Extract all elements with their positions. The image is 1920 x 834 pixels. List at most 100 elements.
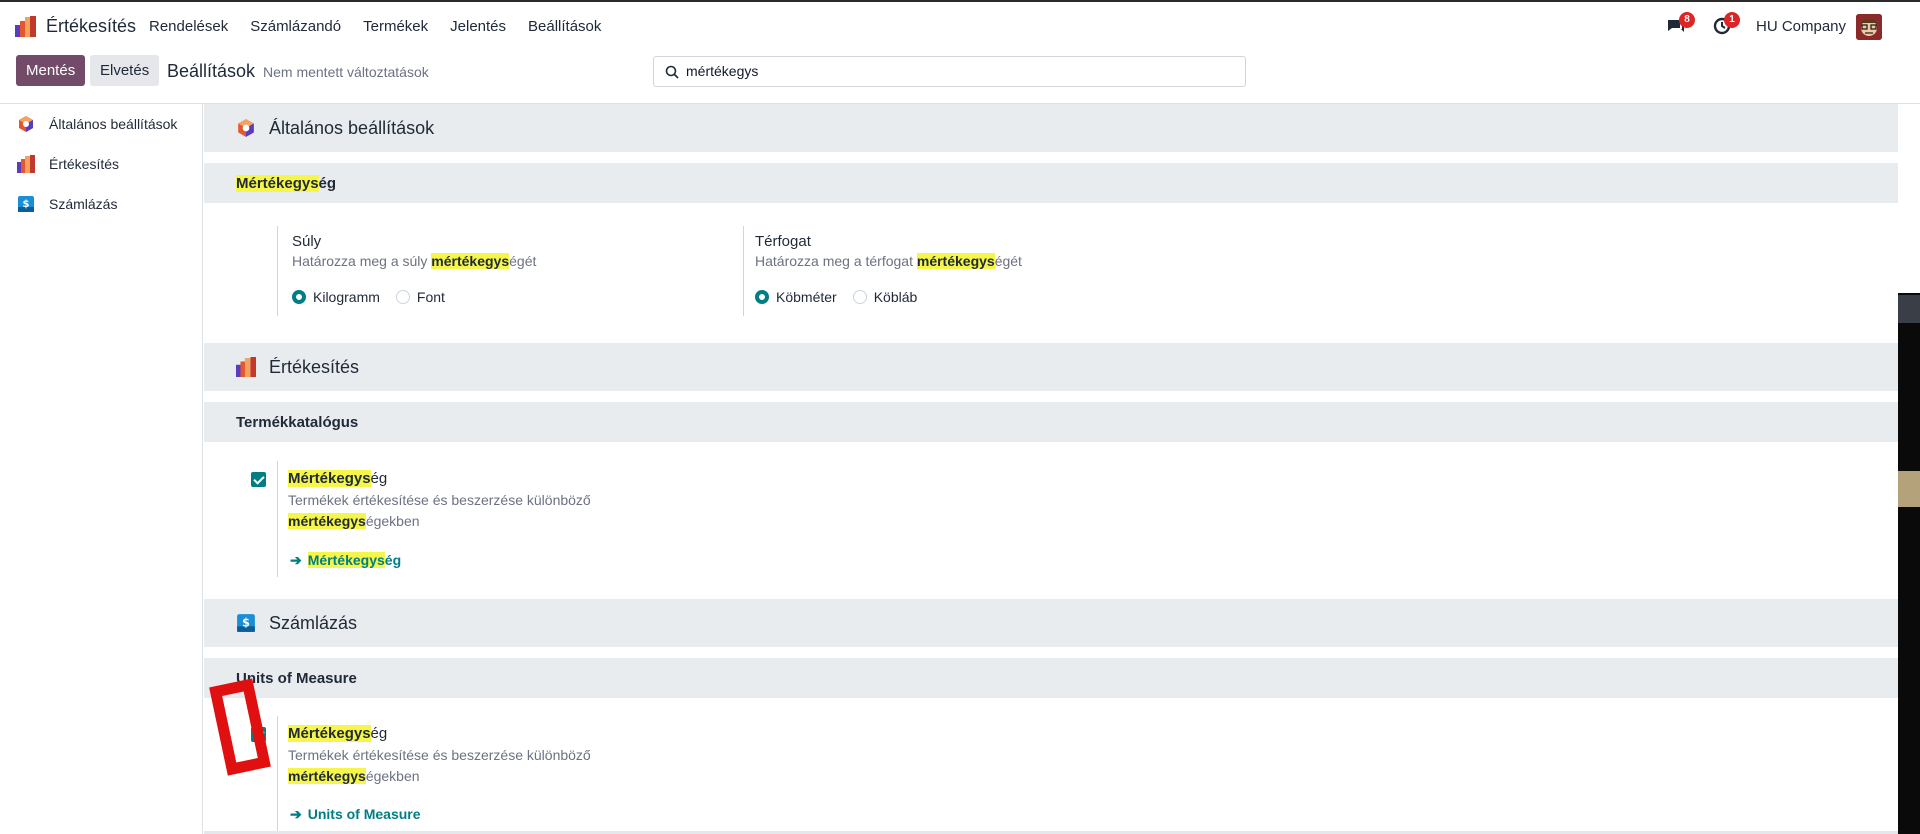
search-highlight: Mértékegys bbox=[288, 470, 371, 487]
sidebar-item-general-settings[interactable]: Általános beállítások bbox=[0, 104, 203, 144]
setting-name: Térfogat bbox=[755, 233, 811, 250]
setting-name: Mértékegység bbox=[288, 725, 387, 742]
svg-text:$: $ bbox=[23, 199, 30, 210]
sidebar-item-label: Számlázás bbox=[49, 196, 118, 212]
arrow-right-icon: ➔ bbox=[290, 806, 302, 822]
search-highlight: Mértékegys bbox=[307, 552, 385, 568]
radio-button[interactable] bbox=[395, 290, 410, 304]
search-highlight: mértékegys bbox=[916, 253, 995, 269]
svg-text:$: $ bbox=[242, 616, 250, 629]
discard-button[interactable]: Elvetés bbox=[90, 55, 160, 86]
setting-divider bbox=[743, 226, 744, 316]
radio-pound[interactable]: Font bbox=[395, 289, 445, 305]
setting-name: Mértékegység bbox=[288, 470, 387, 487]
link-text-rest: ég bbox=[384, 552, 402, 568]
link-label: Units of Measure bbox=[307, 806, 421, 822]
settings-content: Általános beállítások Mértékegység Súly … bbox=[204, 104, 1898, 834]
radio-kilogram[interactable]: Kilogramm bbox=[292, 289, 380, 305]
section-title: Termékkatalógus bbox=[236, 414, 359, 431]
desc-text: Határozza meg a térfogat bbox=[755, 253, 917, 269]
menu-reporting[interactable]: Jelentés bbox=[450, 18, 506, 35]
arrow-right-icon: ➔ bbox=[290, 552, 302, 568]
setting-name: Súly bbox=[292, 233, 322, 250]
setting-name-rest: ég bbox=[370, 725, 388, 742]
desc-text: Termékek értékesítése és beszerzése külö… bbox=[288, 492, 591, 508]
radio-cubic-meter[interactable]: Köbméter bbox=[755, 289, 837, 305]
save-button[interactable]: Mentés bbox=[16, 55, 86, 86]
uom-link[interactable]: ➔ Mértékegység bbox=[290, 552, 401, 569]
sales-uom-checkbox[interactable] bbox=[251, 472, 266, 487]
section-header-units-of-measure: Units of Measure bbox=[204, 658, 1898, 698]
messages-badge: 8 bbox=[1679, 12, 1695, 28]
invoicing-app-icon: $ bbox=[18, 196, 34, 212]
radio-label: Köbláb bbox=[873, 289, 918, 305]
menu-products[interactable]: Termékek bbox=[363, 18, 428, 35]
invoicing-app-icon: $ bbox=[237, 614, 255, 632]
company-switcher[interactable]: HU Company bbox=[1756, 18, 1846, 35]
search-icon bbox=[665, 65, 679, 79]
setting-name-rest: ég bbox=[370, 470, 388, 487]
desc-text: Határozza meg a súly bbox=[292, 253, 432, 269]
sidebar-item-label: Értékesítés bbox=[49, 156, 120, 172]
setting-description: Termékek értékesítése és beszerzése külö… bbox=[288, 490, 591, 532]
desc-text: égét bbox=[994, 253, 1022, 269]
section-header-product-catalog: Termékkatalógus bbox=[204, 402, 1898, 442]
desc-text: égét bbox=[509, 253, 537, 269]
settings-app-icon bbox=[19, 116, 33, 132]
app-title: Számlázás bbox=[269, 613, 358, 633]
avatar[interactable] bbox=[1856, 14, 1882, 40]
section-title: Units of Measure bbox=[236, 670, 357, 687]
setting-invoicing-uom: Mértékegység Termékek értékesítése és be… bbox=[204, 716, 904, 834]
setting-volume: Térfogat Határozza meg a térfogat mérték… bbox=[743, 226, 1143, 316]
setting-description: Termékek értékesítése és beszerzése külö… bbox=[288, 745, 591, 787]
activities-badge: 1 bbox=[1724, 12, 1740, 28]
volume-radio-group: Köbméter Köbláb bbox=[755, 289, 933, 305]
section-title: Mértékegység bbox=[236, 175, 336, 192]
setting-weight: Súly Határozza meg a súly mértékegységét… bbox=[277, 226, 677, 316]
sidebar-item-invoicing[interactable]: $ Számlázás bbox=[0, 184, 203, 224]
sales-app-icon[interactable] bbox=[15, 16, 36, 37]
desc-text: Termékek értékesítése és beszerzése külö… bbox=[288, 747, 591, 763]
search-highlight: mértékegys bbox=[288, 768, 366, 784]
app-header-general-settings: Általános beállítások bbox=[204, 104, 1898, 152]
search-input[interactable]: mértékegys bbox=[653, 56, 1246, 87]
sales-app-icon bbox=[17, 155, 35, 173]
units-of-measure-link[interactable]: ➔ Units of Measure bbox=[290, 806, 421, 823]
desc-text: égekben bbox=[365, 513, 420, 529]
app-header-sales: Értékesítés bbox=[204, 343, 1898, 391]
search-highlight: mértékegys bbox=[288, 513, 366, 529]
sidebar-item-label: Általános beállítások bbox=[49, 116, 178, 132]
setting-sales-uom: Mértékegység Termékek értékesítése és be… bbox=[204, 461, 904, 577]
main-menu: Rendelések Számlázandó Termékek Jelentés… bbox=[149, 18, 623, 35]
settings-sidebar: Általános beállítások Értékesítés $ Szám… bbox=[0, 104, 203, 834]
setting-description: Határozza meg a térfogat mértékegységét bbox=[755, 251, 1022, 272]
sidebar-item-sales[interactable]: Értékesítés bbox=[0, 144, 203, 184]
search-value[interactable]: mértékegys bbox=[686, 63, 758, 79]
window-edge bbox=[1898, 293, 1920, 834]
menu-orders[interactable]: Rendelések bbox=[149, 18, 228, 35]
app-header-invoicing: $ Számlázás bbox=[204, 599, 1898, 647]
menu-to-invoice[interactable]: Számlázandó bbox=[250, 18, 341, 35]
radio-button[interactable] bbox=[852, 290, 867, 304]
radio-label: Font bbox=[416, 289, 445, 305]
radio-cubic-foot[interactable]: Köbláb bbox=[852, 289, 918, 305]
radio-label: Köbméter bbox=[776, 289, 837, 305]
search-highlight: mértékegys bbox=[431, 253, 510, 269]
app-name[interactable]: Értékesítés bbox=[46, 16, 136, 37]
sales-app-icon bbox=[236, 357, 256, 377]
desc-text: égekben bbox=[365, 768, 420, 784]
setting-divider bbox=[277, 226, 278, 316]
radio-button[interactable] bbox=[292, 290, 306, 304]
app-title: Általános beállítások bbox=[269, 118, 435, 138]
app-title: Értékesítés bbox=[269, 357, 360, 377]
section-header-uom: Mértékegység bbox=[204, 163, 1898, 203]
menu-configuration[interactable]: Beállítások bbox=[528, 18, 601, 35]
search-highlight: Mértékegys bbox=[288, 725, 371, 742]
radio-label: Kilogramm bbox=[313, 289, 380, 305]
settings-app-icon bbox=[238, 119, 254, 137]
navbar: Értékesítés Rendelések Számlázandó Termé… bbox=[0, 0, 1920, 48]
radio-button[interactable] bbox=[755, 290, 769, 304]
page-title: Beállítások bbox=[167, 61, 256, 81]
section-title-rest: ég bbox=[318, 175, 337, 192]
weight-radio-group: Kilogramm Font bbox=[292, 289, 461, 305]
